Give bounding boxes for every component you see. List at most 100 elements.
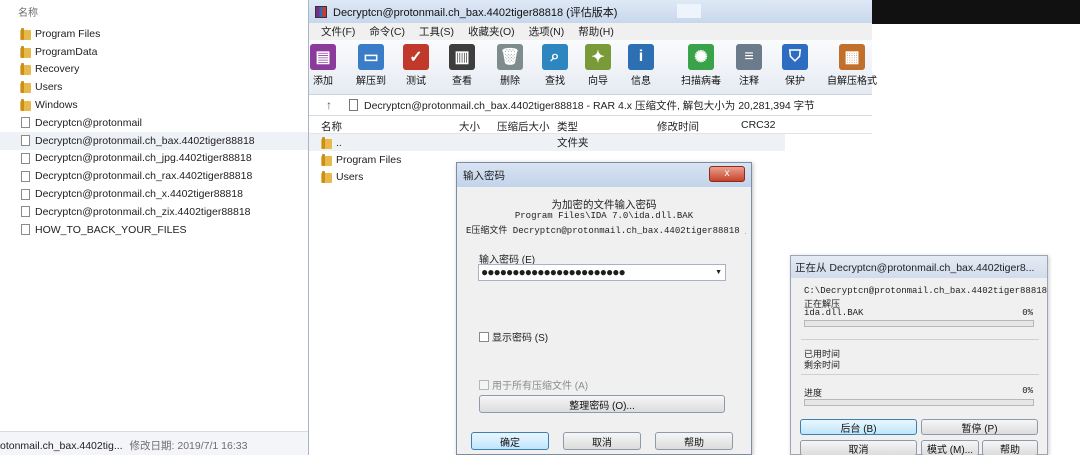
list-item-label: Program Files bbox=[35, 27, 101, 40]
password-dialog-title-bar[interactable]: 输入密码 x bbox=[457, 163, 751, 187]
toolbar-button[interactable]: 🗑 删除 bbox=[487, 44, 533, 87]
status-filename: otonmail.ch_bax.4402tig... bbox=[0, 440, 123, 452]
list-item[interactable]: Decryptcn@protonmail.ch_x.4402tiger88818 bbox=[0, 185, 308, 203]
show-password-checkbox[interactable]: 显示密码 (S) bbox=[479, 329, 548, 344]
toolbar-button[interactable]: ▥ 查看 bbox=[439, 44, 485, 87]
folder-icon bbox=[20, 45, 31, 58]
close-button[interactable]: x bbox=[709, 166, 745, 182]
list-item[interactable]: HOW_TO_BACK_YOUR_FILES bbox=[0, 221, 308, 239]
column-type[interactable]: 类型 bbox=[557, 119, 578, 134]
folder-icon bbox=[321, 170, 332, 183]
toolbar-button-label: 查看 bbox=[452, 76, 472, 87]
column-packed-size[interactable]: 压缩后大小 bbox=[497, 119, 550, 134]
use-for-all-archives-checkbox[interactable]: 用于所有压缩文件 (A) bbox=[479, 377, 588, 392]
progress-help-button[interactable]: 帮助 bbox=[982, 440, 1038, 455]
column-modified[interactable]: 修改时间 bbox=[657, 119, 699, 134]
address-bar: ↑ Decryptcn@protonmail.ch_bax.4402tiger8… bbox=[309, 95, 872, 116]
add-archive-icon: ▤ bbox=[310, 44, 336, 70]
file-icon bbox=[21, 188, 30, 200]
toolbar-button[interactable]: ⛉ 保护 bbox=[772, 44, 818, 87]
menu-item[interactable]: 命令(C) bbox=[369, 24, 405, 39]
winrar-title: Decryptcn@protonmail.ch_bax.4402tiger888… bbox=[333, 6, 618, 19]
list-item[interactable]: ProgramData bbox=[0, 43, 308, 61]
info-icon: i bbox=[628, 44, 654, 70]
current-file-name: ida.dll.BAK bbox=[804, 308, 864, 318]
toolbar-button-label: 删除 bbox=[500, 76, 520, 87]
list-item[interactable]: Users bbox=[0, 78, 308, 96]
list-item[interactable]: Decryptcn@protonmail.ch_zix.4402tiger888… bbox=[0, 203, 308, 221]
password-input[interactable]: ●●●●●●●●●●●●●●●●●●●●●●● ▼ bbox=[478, 264, 726, 281]
menu-item[interactable]: 文件(F) bbox=[321, 24, 355, 39]
toolbar-button[interactable]: ✓ 测试 bbox=[393, 44, 439, 87]
explorer-pane: 名称 Program Files ProgramData Recovery Users… bbox=[0, 0, 308, 455]
menu-item[interactable]: 选项(N) bbox=[529, 24, 565, 39]
sfx-icon: ▦ bbox=[839, 44, 865, 70]
list-item-label: Recovery bbox=[35, 63, 80, 76]
menu-bar: 文件(F) 命令(C) 工具(S) 收藏夹(O) 选项(N) 帮助(H) bbox=[309, 23, 872, 40]
up-arrow-icon[interactable]: ↑ bbox=[309, 98, 349, 112]
mode-button[interactable]: 模式 (M)... bbox=[921, 440, 979, 455]
wizard-icon: ✦ bbox=[585, 44, 611, 70]
toolbar-button-label: 自解压格式 bbox=[827, 76, 877, 87]
file-icon bbox=[21, 170, 30, 182]
delete-icon: 🗑 bbox=[497, 44, 523, 70]
progress-cancel-button[interactable]: 取消 bbox=[800, 440, 917, 455]
archive-name-text: E压缩文件 Decryptcn@protonmail.ch_bax.4402ti… bbox=[466, 226, 746, 236]
column-header-name[interactable]: 名称 bbox=[18, 4, 38, 19]
toolbar-button-label: 向导 bbox=[588, 76, 608, 87]
list-item[interactable]: Decryptcn@protonmail.ch_bax.4402tiger888… bbox=[0, 131, 308, 150]
list-item[interactable]: Decryptcn@protonmail bbox=[0, 114, 308, 132]
toolbar-button[interactable]: ✺ 扫描病毒 bbox=[678, 44, 724, 87]
toolbar-button[interactable]: ▦ 自解压格式 bbox=[822, 44, 882, 87]
toolbar-button-label: 查找 bbox=[545, 76, 565, 87]
toolbar-button[interactable]: ⌕ 查找 bbox=[532, 44, 578, 87]
toolbar-button[interactable]: ▭ 解压到 bbox=[348, 44, 394, 87]
list-item-label: Decryptcn@protonmail.ch_x.4402tiger88818 bbox=[35, 188, 243, 201]
list-item[interactable]: Windows bbox=[0, 96, 308, 114]
password-dialog-title: 输入密码 bbox=[463, 169, 505, 182]
organize-passwords-button[interactable]: 整理密码 (O)... bbox=[479, 395, 725, 413]
background-button[interactable]: 后台 (B) bbox=[800, 419, 917, 435]
toolbar-button-label: 添加 bbox=[313, 76, 333, 87]
divider bbox=[801, 374, 1039, 375]
pause-button[interactable]: 暂停 (P) bbox=[921, 419, 1038, 435]
menu-item[interactable]: 帮助(H) bbox=[578, 24, 614, 39]
folder-icon bbox=[321, 136, 332, 149]
column-name[interactable]: 名称 bbox=[321, 119, 342, 134]
table-row[interactable]: .. 文件夹 bbox=[309, 134, 785, 151]
file-name: Users bbox=[336, 170, 364, 183]
column-crc32[interactable]: CRC32 bbox=[741, 119, 775, 131]
progress-dialog-title-bar[interactable]: 正在从 Decryptcn@protonmail.ch_bax.4402tige… bbox=[791, 256, 1047, 278]
cancel-button[interactable]: 取消 bbox=[563, 432, 641, 450]
remaining-time-label: 剩余时间 bbox=[804, 361, 841, 371]
show-password-label: 显示密码 (S) bbox=[492, 333, 549, 344]
menu-item[interactable]: 收藏夹(O) bbox=[468, 24, 515, 39]
overall-percent: 0% bbox=[1022, 386, 1033, 396]
list-item-label: Windows bbox=[35, 99, 78, 112]
address-text: Decryptcn@protonmail.ch_bax.4402tiger888… bbox=[364, 99, 815, 112]
list-item[interactable]: Decryptcn@protonmail.ch_jpg.4402tiger888… bbox=[0, 150, 308, 168]
toolbar-button[interactable]: ✦ 向导 bbox=[575, 44, 621, 87]
file-name: .. bbox=[336, 136, 342, 149]
toolbar-button[interactable]: i 信息 bbox=[618, 44, 664, 87]
file-icon bbox=[21, 152, 30, 164]
list-item[interactable]: Recovery bbox=[0, 61, 308, 79]
winrar-app-icon bbox=[315, 5, 327, 18]
ok-button[interactable]: 确定 bbox=[471, 432, 549, 450]
list-item-label: HOW_TO_BACK_YOUR_FILES bbox=[35, 223, 187, 236]
help-button[interactable]: 帮助 bbox=[655, 432, 733, 450]
folder-icon bbox=[20, 63, 31, 76]
folder-icon bbox=[20, 81, 31, 94]
list-item[interactable]: Program Files bbox=[0, 25, 308, 43]
menu-item[interactable]: 工具(S) bbox=[419, 24, 454, 39]
column-size[interactable]: 大小 bbox=[459, 119, 480, 134]
use-for-all-label: 用于所有压缩文件 (A) bbox=[492, 381, 589, 392]
list-item[interactable]: Decryptcn@protonmail.ch_rax.4402tiger888… bbox=[0, 167, 308, 185]
toolbar-button[interactable]: ▤ 添加 bbox=[300, 44, 346, 87]
folder-icon bbox=[20, 99, 31, 112]
folder-icon bbox=[20, 27, 31, 40]
checkbox-icon bbox=[479, 379, 489, 390]
toolbar-button[interactable]: ≡ 注释 bbox=[726, 44, 772, 87]
dropdown-arrow-icon[interactable]: ▼ bbox=[715, 265, 722, 280]
winrar-title-bar[interactable]: Decryptcn@protonmail.ch_bax.4402tiger888… bbox=[309, 0, 872, 23]
